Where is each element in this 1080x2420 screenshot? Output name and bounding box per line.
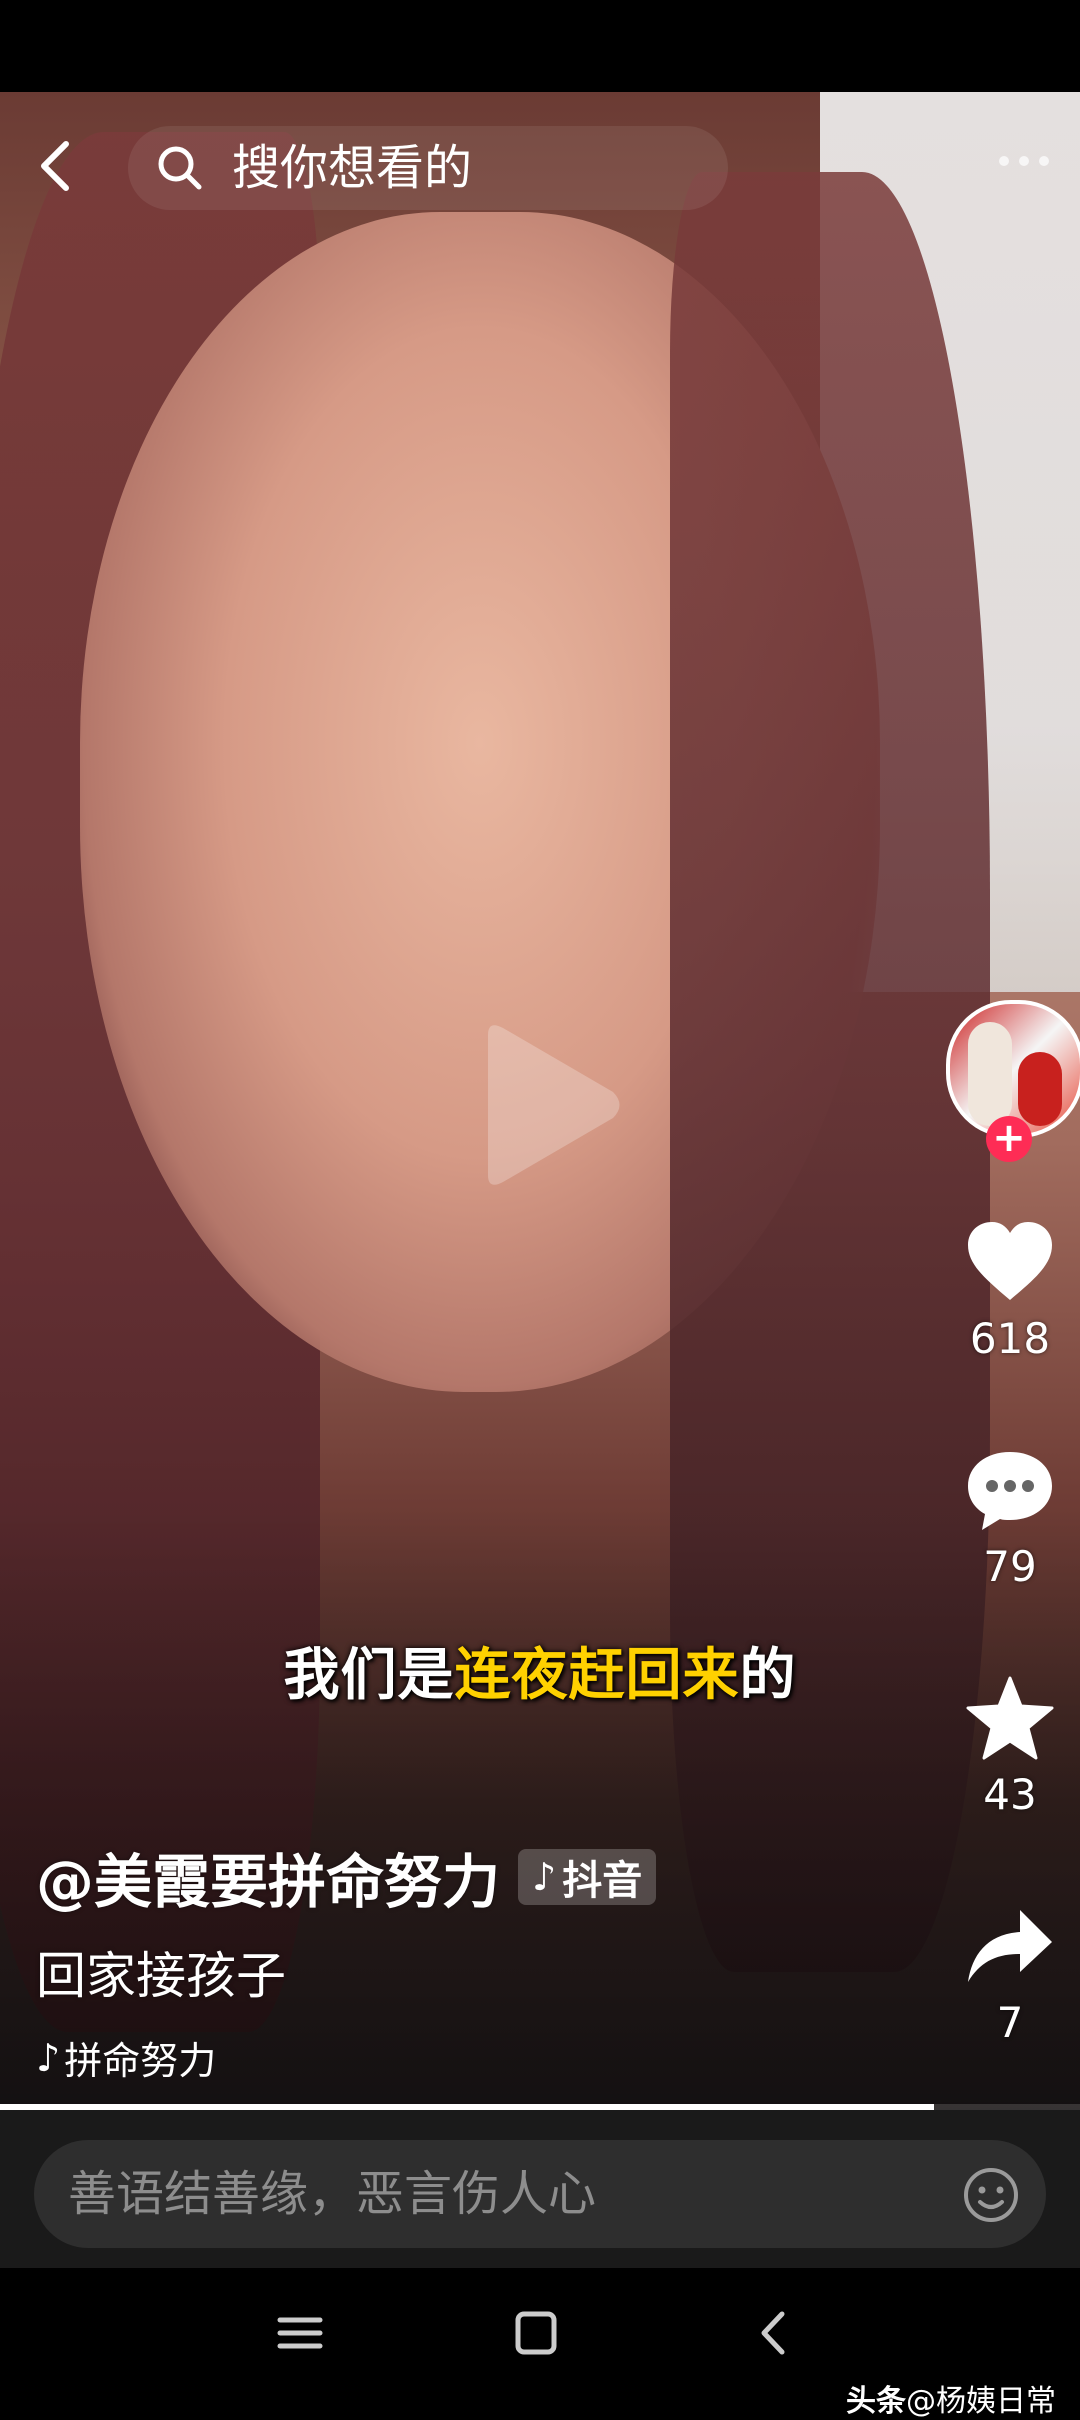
video-caption: 我们是连夜赶回来的	[0, 1630, 1080, 1711]
home-icon[interactable]	[506, 2308, 566, 2358]
avatar-figure-1	[968, 1022, 1012, 1126]
author-row: @美霞要拼命努力 ♪ 抖音	[36, 1842, 657, 1916]
comment-icon	[968, 1452, 1052, 1530]
search-box[interactable]: 搜你想看的	[128, 126, 728, 210]
heart-icon	[968, 1222, 1052, 1300]
favorite-button[interactable]: 43	[940, 1676, 1080, 1820]
music-row[interactable]: ♪ 拼命努力	[36, 2030, 216, 2085]
emoji-icon[interactable]	[962, 2166, 1020, 2224]
caption-highlight: 连夜赶回来	[454, 1643, 740, 1708]
share-icon	[968, 1910, 1052, 1982]
top-bar: 搜你想看的	[0, 112, 1080, 222]
comment-button[interactable]: 79	[940, 1448, 1080, 1592]
play-icon[interactable]	[468, 1020, 628, 1190]
caption-text-1: 我们是	[283, 1643, 455, 1708]
bottom-shade	[0, 1510, 1080, 2110]
status-bar	[0, 0, 1080, 92]
like-button[interactable]: 618	[940, 1220, 1080, 1364]
comment-input[interactable]: 善语结善缘，恶言伤人心	[34, 2140, 1046, 2248]
more-icon[interactable]	[994, 146, 1054, 176]
watermark: 头条@杨姨日常	[846, 2376, 1056, 2420]
music-title: 拼命努力	[64, 2039, 217, 2083]
menu-icon[interactable]	[270, 2308, 330, 2358]
platform-name: 抖音	[562, 1858, 643, 1904]
back-nav-icon[interactable]	[744, 2308, 804, 2358]
platform-badge: ♪ 抖音	[518, 1849, 657, 1905]
favorite-count: 43	[983, 1770, 1037, 1819]
music-note-icon: ♪	[36, 2035, 61, 2080]
post-description: 回家接孩子	[36, 1947, 286, 2005]
share-button[interactable]: 7	[940, 1904, 1080, 2048]
author-name[interactable]: @美霞要拼命努力	[36, 1835, 500, 1919]
comment-area: 善语结善缘，恶言伤人心	[0, 2110, 1080, 2268]
like-count: 618	[969, 1314, 1051, 1363]
follow-button[interactable]: +	[986, 1116, 1032, 1162]
comment-count: 79	[983, 1542, 1037, 1591]
caption-text-2: 的	[739, 1643, 797, 1708]
back-icon[interactable]	[28, 136, 88, 196]
comment-placeholder: 善语结善缘，恶言伤人心	[68, 2166, 597, 2222]
search-placeholder: 搜你想看的	[232, 140, 473, 196]
music-note-icon: ♪	[532, 1855, 557, 1899]
share-count: 7	[996, 1998, 1024, 2047]
search-icon	[158, 146, 202, 190]
watermark-brand: 头条	[846, 2384, 906, 2419]
star-icon	[966, 1676, 1054, 1760]
watermark-handle: @杨姨日常	[906, 2384, 1056, 2419]
